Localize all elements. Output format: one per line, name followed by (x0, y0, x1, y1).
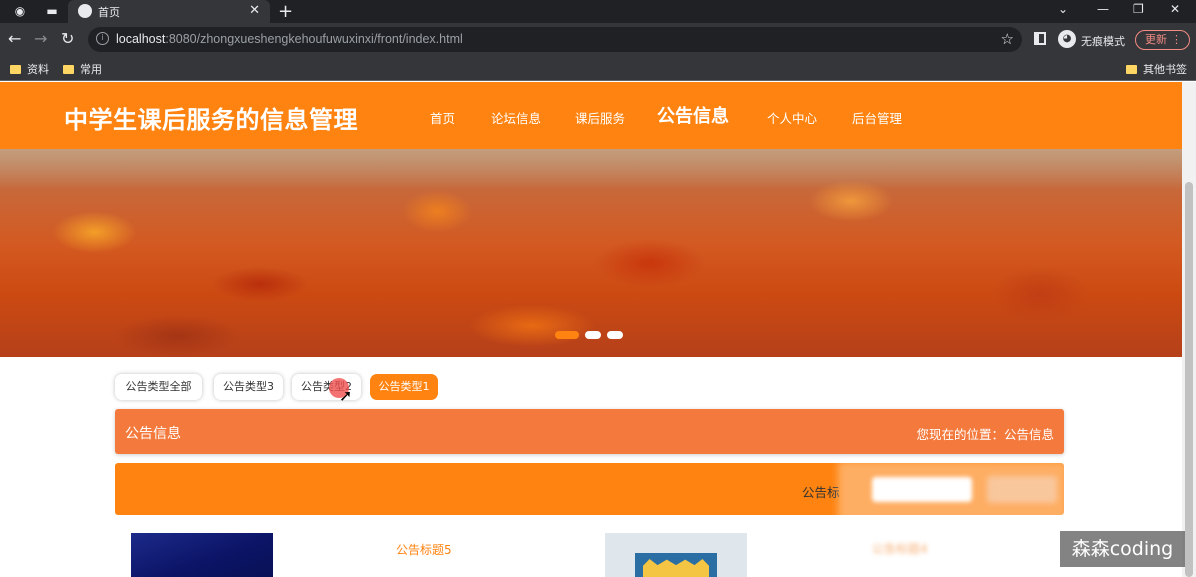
type-tab-all[interactable]: 公告类型全部 (115, 374, 202, 400)
back-arrow-icon[interactable]: ← (8, 30, 21, 48)
announcement-thumbnail[interactable] (605, 533, 747, 577)
bookmark-folder-changyong[interactable]: 常用 (63, 61, 102, 77)
site-header: 中学生课后服务的信息管理 首页 论坛信息 课后服务 公告信息 个人中心 后台管理 (0, 82, 1182, 149)
breadcrumb-bar: 公告信息 您现在的位置：公告信息 (115, 409, 1064, 454)
incognito-icon: ◕ (1058, 30, 1076, 48)
tab-title: 首页 (98, 7, 120, 19)
folder-icon (63, 65, 74, 74)
bookmarks-bar: 资料 常用 其他书签 (0, 56, 1196, 81)
video-watermark: 森森coding (1060, 531, 1185, 567)
announcement-thumbnail[interactable] (131, 533, 273, 577)
address-url: localhost:8080/zhongxueshengkehoufuwuxin… (116, 32, 463, 46)
forward-arrow-icon[interactable]: → (34, 30, 47, 48)
tab-strip-window-icon[interactable]: ▬ (44, 3, 60, 19)
globe-icon[interactable]: ◉ (12, 3, 28, 19)
incognito-label: 无痕模式 (1081, 35, 1125, 48)
window-close-icon[interactable]: ✕ (1170, 2, 1180, 16)
type-tab-3[interactable]: 公告类型3 (214, 374, 283, 400)
page-scrollbar[interactable] (1182, 82, 1196, 577)
nav-forum[interactable]: 论坛信息 (491, 108, 541, 127)
section-title: 公告信息 (125, 426, 181, 442)
bookmark-star-icon[interactable]: ☆ (1001, 30, 1014, 48)
nav-after-school-service[interactable]: 课后服务 (575, 108, 625, 127)
nav-home[interactable]: 首页 (430, 108, 455, 127)
blurred-overlay (838, 461, 1068, 577)
side-panel-icon[interactable] (1034, 32, 1046, 45)
search-label: 公告标 (802, 485, 840, 500)
address-bar[interactable]: i localhost:8080/zhongxueshengkehoufuwux… (88, 27, 1022, 52)
tab-search-chevron-icon[interactable]: ⌄ (1058, 2, 1068, 16)
folder-icon (1126, 65, 1137, 74)
update-label: 更新 (1145, 33, 1167, 46)
restore-icon[interactable]: ❐ (1133, 2, 1144, 16)
nav-admin[interactable]: 后台管理 (852, 108, 902, 127)
folder-icon (10, 65, 21, 74)
nav-personal-center[interactable]: 个人中心 (767, 108, 817, 127)
minimize-icon[interactable]: — (1097, 2, 1109, 16)
announcement-title[interactable]: 公告标题4 (872, 540, 928, 557)
site-info-icon[interactable]: i (96, 32, 109, 45)
web-page: 中学生课后服务的信息管理 首页 论坛信息 课后服务 公告信息 个人中心 后台管理… (0, 82, 1182, 577)
more-menu-icon: ⋮ (1171, 33, 1182, 46)
announcement-title[interactable]: 公告标题5 (396, 541, 452, 558)
type-tab-1[interactable]: 公告类型1 (370, 374, 438, 400)
new-tab-plus-icon[interactable]: + (278, 1, 293, 22)
mouse-pointer-icon: ➚ (339, 386, 353, 405)
breadcrumb-position: 您现在的位置：公告信息 (916, 427, 1054, 442)
reload-icon[interactable]: ↻ (61, 30, 74, 48)
bookmark-folder-ziliao[interactable]: 资料 (10, 61, 49, 77)
other-bookmarks-folder[interactable]: 其他书签 (1126, 61, 1187, 77)
update-button[interactable]: 更新 ⋮ (1135, 30, 1190, 50)
browser-toolbar: ← → ↻ i localhost:8080/zhongxueshengkeho… (0, 23, 1196, 56)
carousel-banner[interactable] (0, 149, 1182, 357)
browser-tab-strip: ◉ ▬ 首页 ✕ + ⌄ — ❐ ✕ (0, 0, 1196, 23)
carousel-dot-1[interactable] (555, 331, 579, 339)
carousel-dot-3[interactable] (607, 331, 623, 339)
tab-close-icon[interactable]: ✕ (249, 3, 260, 18)
carousel-dot-2[interactable] (585, 331, 601, 339)
browser-tab-home[interactable]: 首页 ✕ (68, 0, 270, 23)
site-title: 中学生课后服务的信息管理 (64, 106, 358, 134)
scrollbar-thumb[interactable] (1185, 182, 1193, 577)
nav-announcements[interactable]: 公告信息 (657, 102, 729, 128)
banner-image-haze (0, 149, 1182, 189)
tab-favicon-icon (78, 4, 92, 18)
